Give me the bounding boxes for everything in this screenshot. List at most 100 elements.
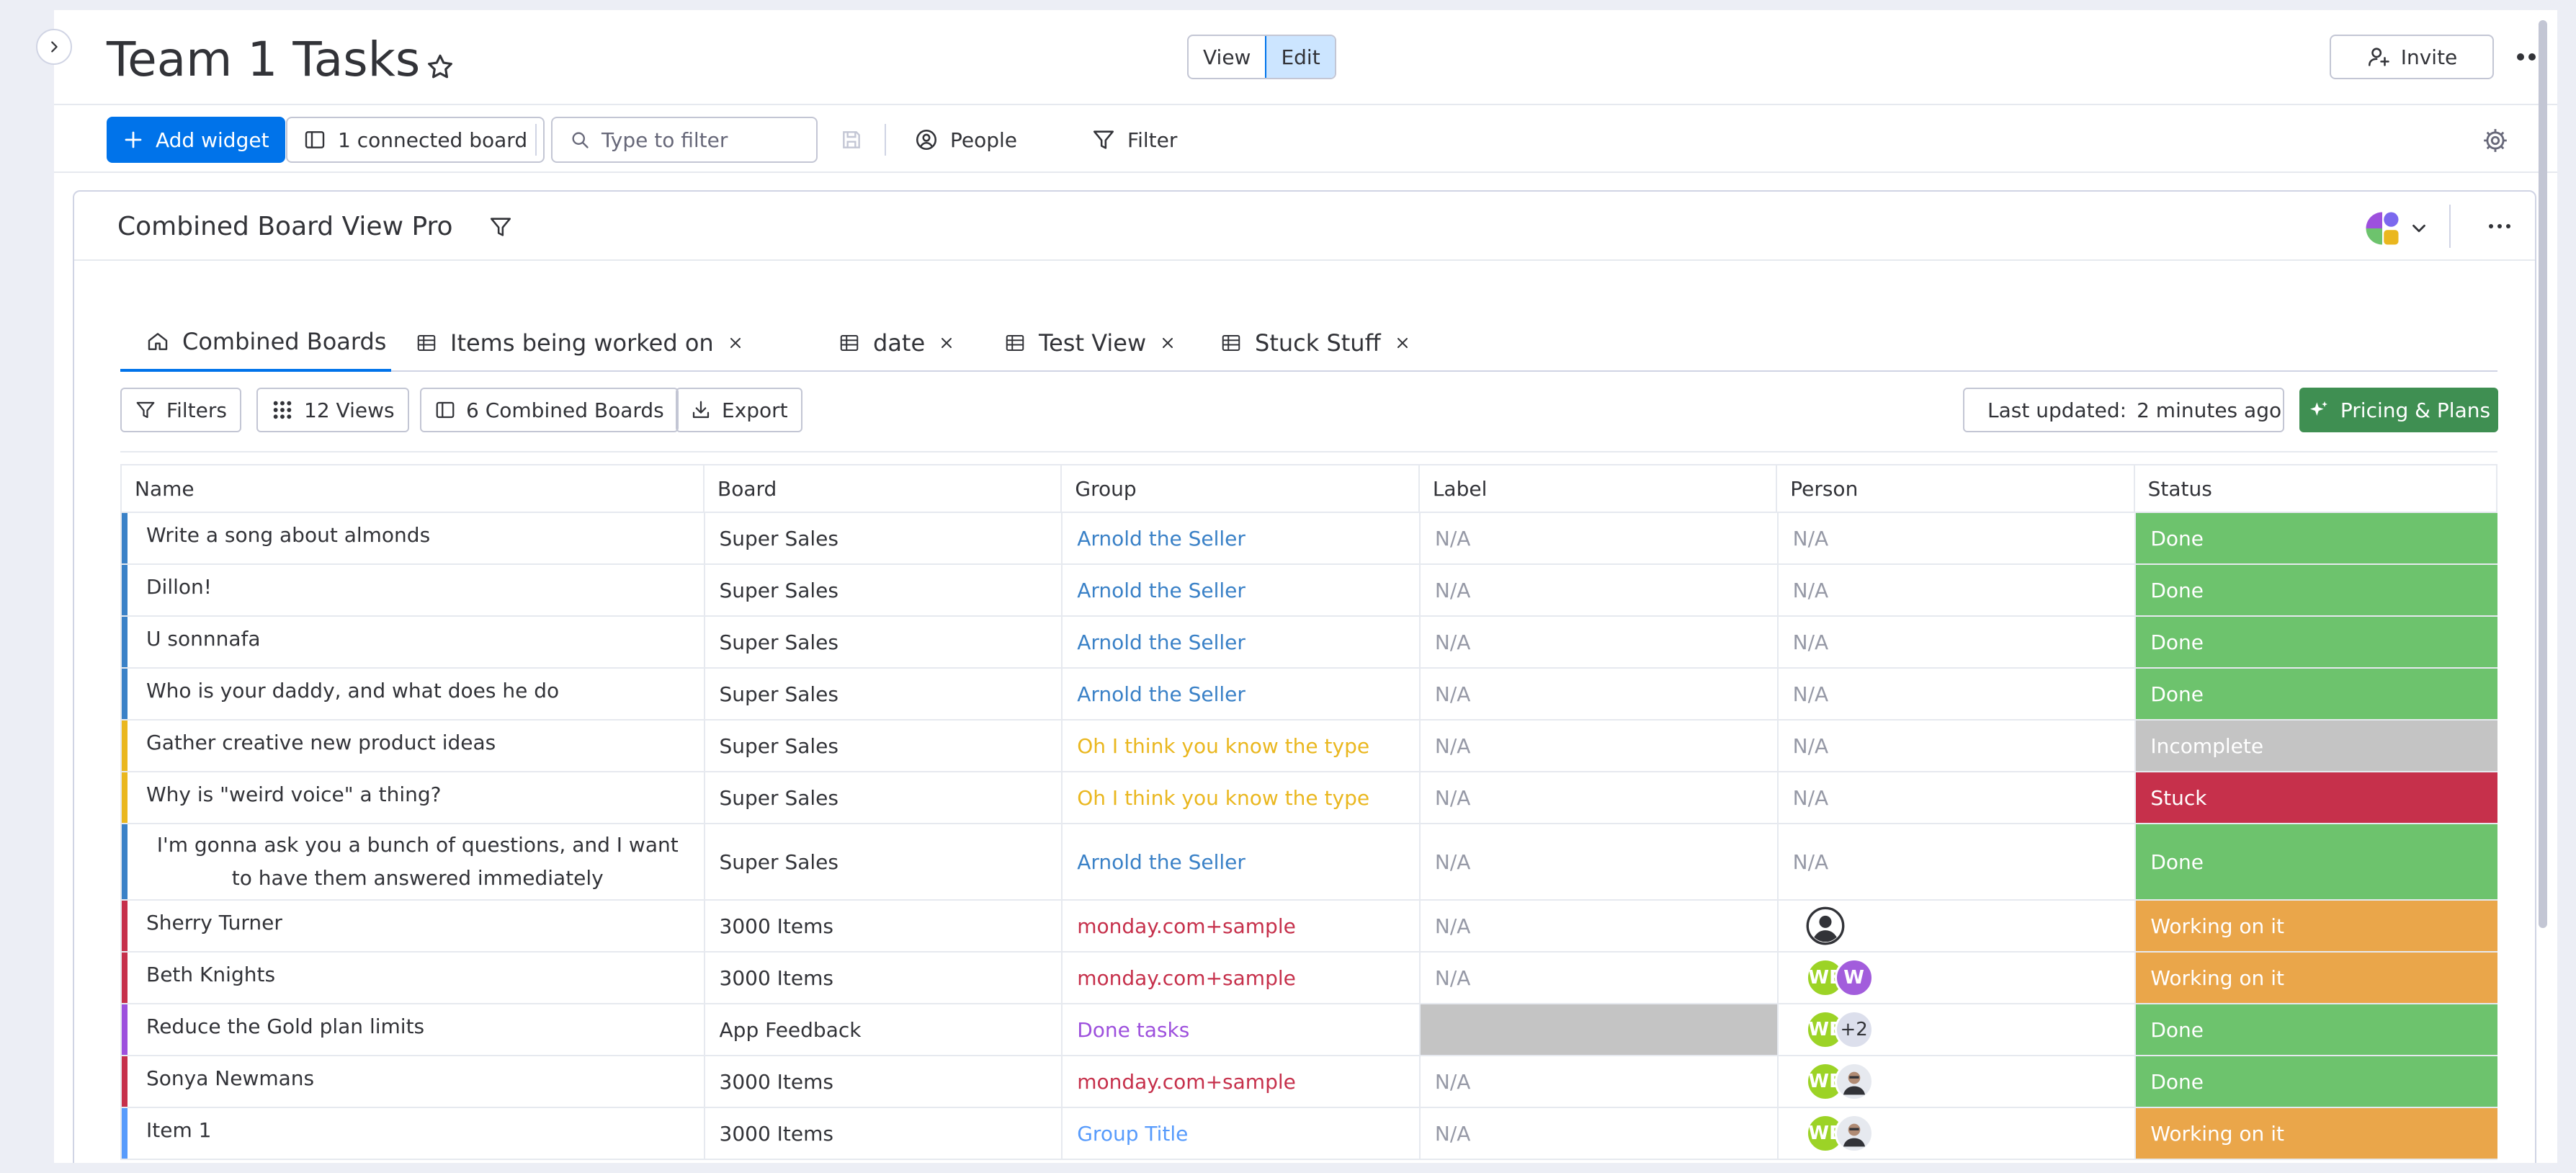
item-person[interactable] [1779,901,2137,951]
people-filter-button[interactable]: People [898,117,1033,163]
item-person[interactable]: N/A [1779,721,2137,771]
item-status[interactable]: Done [2136,1004,2498,1055]
table-row[interactable]: Why is "weird voice" a thing? Super Sale… [120,772,2498,824]
column-header-name[interactable]: Name [122,465,705,512]
tab-date[interactable]: date [838,314,955,372]
item-status[interactable]: Done [2136,617,2498,667]
item-status[interactable]: Done [2136,565,2498,615]
edit-mode-button[interactable]: Edit [1265,36,1335,78]
item-label[interactable]: N/A [1421,824,1779,899]
item-person[interactable]: N/A [1779,513,2137,563]
tab-test-view[interactable]: Test View [1004,314,1176,372]
table-row[interactable]: Sonya Newmans 3000 Items monday.com+samp… [120,1056,2498,1108]
close-icon[interactable] [1159,334,1176,352]
column-header-label[interactable]: Label [1420,465,1778,512]
item-person[interactable]: WE [1779,1056,2137,1107]
item-label[interactable]: N/A [1421,772,1779,823]
item-person[interactable]: N/A [1779,772,2137,823]
table-row[interactable]: I'm gonna ask you a bunch of questions, … [120,824,2498,901]
filters-button[interactable]: Filters [120,388,241,432]
item-person[interactable]: WE W [1779,953,2137,1003]
table-row[interactable]: U sonnnafa Super Sales Arnold the Seller… [120,617,2498,669]
item-status[interactable]: Incomplete [2136,721,2498,771]
column-header-status[interactable]: Status [2135,465,2496,512]
item-label[interactable]: N/A [1421,901,1779,951]
table-row[interactable]: Reduce the Gold plan limits App Feedback… [120,1004,2498,1056]
item-label[interactable] [1420,1004,1779,1055]
item-status[interactable]: Done [2136,1056,2498,1107]
item-status[interactable]: Working on it [2136,901,2497,951]
add-widget-button[interactable]: Add widget [107,117,285,163]
item-name[interactable]: Gather creative new product ideas [122,721,705,771]
table-row[interactable]: Sherry Turner 3000 Items monday.com+samp… [120,901,2497,953]
item-name[interactable]: U sonnnafa [122,617,705,667]
item-person[interactable]: N/A [1779,565,2137,615]
table-row[interactable]: Who is your daddy, and what does he do S… [120,669,2498,721]
column-header-person[interactable]: Person [1777,465,2135,512]
item-name[interactable]: Reduce the Gold plan limits [122,1004,705,1055]
item-status[interactable]: Stuck [2136,772,2498,823]
table-row[interactable]: Gather creative new product ideas Super … [120,721,2498,772]
widget-more-button[interactable] [2482,212,2518,241]
page-more-button[interactable] [2510,43,2554,71]
table-row[interactable]: Write a song about almonds Super Sales A… [120,513,2498,565]
item-label[interactable]: N/A [1421,513,1779,563]
sidebar-expand-button[interactable] [36,29,72,65]
pricing-plans-button[interactable]: Pricing & Plans [2299,388,2498,432]
column-header-group[interactable]: Group [1062,465,1420,512]
item-name[interactable]: Beth Knights [122,953,705,1003]
avatar-more-count[interactable]: +2 [1834,1010,1874,1049]
item-label[interactable]: N/A [1421,617,1779,667]
item-status[interactable]: Working on it [2136,1108,2498,1159]
tab-combined-boards[interactable]: Combined Boards [120,314,391,372]
invite-button[interactable]: Invite [2330,35,2494,79]
page-scrollbar[interactable] [2539,20,2547,928]
filter-input[interactable]: Type to filter [551,117,818,163]
export-button[interactable]: Export [676,388,802,432]
table-row[interactable]: Dillon! Super Sales Arnold the Seller N/… [120,565,2498,617]
item-name[interactable]: Write a song about almonds [122,513,705,563]
item-status[interactable]: Done [2136,669,2498,719]
views-button[interactable]: 12 Views [256,388,409,432]
column-header-board[interactable]: Board [705,465,1063,512]
item-person[interactable]: N/A [1779,669,2137,719]
item-person[interactable]: N/A [1779,824,2137,899]
item-status[interactable]: Done [2136,824,2498,899]
item-label[interactable]: N/A [1421,1108,1779,1159]
widget-filter-icon[interactable] [488,215,513,239]
close-icon[interactable] [938,334,955,352]
close-icon[interactable] [1394,334,1411,352]
filter-button[interactable]: Filter [1075,117,1193,163]
app-logo-icon[interactable] [2363,209,2402,248]
last-updated-button[interactable]: Last updated: 2 minutes ago [1963,388,2284,432]
close-icon[interactable] [727,334,744,352]
table-row[interactable]: Item 1 3000 Items Group Title N/A WE Wor… [120,1108,2498,1160]
item-name[interactable]: I'm gonna ask you a bunch of questions, … [122,824,705,899]
item-name[interactable]: Dillon! [122,565,705,615]
save-view-icon[interactable] [840,128,863,151]
item-status[interactable]: Done [2136,513,2498,563]
item-label[interactable]: N/A [1421,669,1779,719]
chevron-down-icon[interactable] [2408,218,2430,239]
item-label[interactable]: N/A [1421,953,1779,1003]
tab-stuck-stuff[interactable]: Stuck Stuff [1220,314,1411,372]
item-label[interactable]: N/A [1421,721,1779,771]
item-person[interactable]: WE +2 [1779,1004,2137,1055]
item-name[interactable]: Who is your daddy, and what does he do [122,669,705,719]
item-person[interactable]: N/A [1779,617,2137,667]
item-name[interactable]: Item 1 [122,1108,705,1159]
view-mode-button[interactable]: View [1189,36,1265,78]
tab-items-being-worked-on[interactable]: Items being worked on [416,314,744,372]
favorite-star-icon[interactable] [425,52,455,82]
settings-gear-icon[interactable] [2482,127,2509,154]
item-name[interactable]: Why is "weird voice" a thing? [122,772,705,823]
item-name[interactable]: Sherry Turner [122,901,705,951]
combined-boards-button[interactable]: 6 Combined Boards [420,388,679,432]
item-person[interactable]: WE [1779,1108,2137,1159]
item-name[interactable]: Sonya Newmans [122,1056,705,1107]
connected-board-button[interactable]: 1 connected board [286,117,545,163]
table-row[interactable]: Beth Knights 3000 Items monday.com+sampl… [120,953,2498,1004]
item-status[interactable]: Working on it [2136,953,2498,1003]
item-label[interactable]: N/A [1421,1056,1779,1107]
item-label[interactable]: N/A [1421,565,1779,615]
